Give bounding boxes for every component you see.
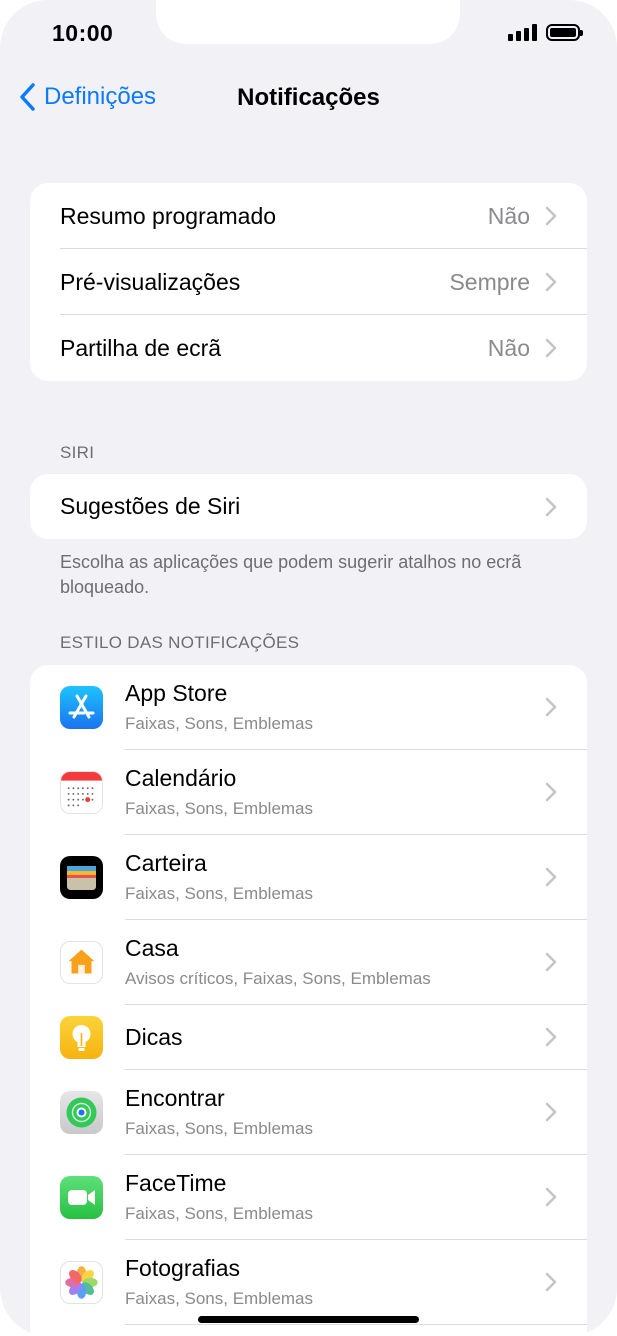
chevron-right-icon	[545, 497, 557, 516]
app-row-photos[interactable]: Fotografias Faixas, Sons, Emblemas	[30, 1240, 587, 1325]
divider	[125, 1324, 587, 1325]
app-name: Casa	[125, 935, 179, 961]
cellular-signal-icon	[508, 24, 537, 41]
app-name: App Store	[125, 680, 228, 706]
home-indicator[interactable]	[198, 1316, 419, 1323]
app-name: Carteira	[125, 850, 207, 876]
app-row-calendar[interactable]: Calendário Faixas, Sons, Emblemas	[30, 750, 587, 835]
chevron-right-icon	[545, 1272, 557, 1292]
app-row-home[interactable]: Casa Avisos críticos, Faixas, Sons, Embl…	[30, 920, 587, 1005]
page-title: Notificações	[237, 84, 380, 111]
chevron-right-icon	[545, 1027, 557, 1047]
app-row-find-my[interactable]: Encontrar Faixas, Sons, Emblemas	[30, 1070, 587, 1155]
row-label: Partilha de ecrã	[60, 334, 222, 361]
phone-screen: 10:00 Definições Notificações Resumo pro…	[0, 0, 617, 1336]
tips-icon	[60, 1016, 103, 1059]
find-my-icon	[60, 1091, 103, 1134]
app-name: Calendário	[125, 765, 237, 791]
row-value: Não	[487, 334, 530, 361]
app-subtitle: Faixas, Sons, Emblemas	[125, 1289, 314, 1308]
app-subtitle: Faixas, Sons, Emblemas	[125, 714, 314, 733]
chevron-right-icon	[545, 1187, 557, 1207]
siri-section-header: SIRI	[60, 443, 95, 462]
row-label: Pré-visualizações	[60, 268, 241, 295]
app-row-app-store[interactable]: App Store Faixas, Sons, Emblemas	[30, 665, 587, 750]
chevron-right-icon	[545, 206, 557, 226]
calendar-icon	[60, 771, 103, 814]
app-subtitle: Faixas, Sons, Emblemas	[125, 1119, 314, 1138]
chevron-right-icon	[545, 1102, 557, 1122]
app-subtitle: Faixas, Sons, Emblemas	[125, 1204, 314, 1223]
app-subtitle: Faixas, Sons, Emblemas	[125, 799, 314, 818]
app-name: Dicas	[125, 1024, 183, 1050]
battery-icon	[546, 24, 583, 41]
app-subtitle: Avisos críticos, Faixas, Sons, Emblemas	[125, 969, 431, 988]
app-name: Fotografias	[125, 1255, 241, 1281]
notch	[156, 0, 460, 44]
status-time: 10:00	[52, 20, 114, 46]
chevron-right-icon	[545, 338, 557, 358]
row-label: Resumo programado	[60, 202, 277, 229]
row-value: Sempre	[449, 268, 530, 295]
chevron-right-icon	[545, 952, 557, 972]
wallet-icon	[60, 856, 103, 899]
row-label: Sugestões de Siri	[60, 493, 241, 519]
general-settings-group: Resumo programado Não Pré-visualizações …	[30, 183, 587, 381]
home-app-icon	[60, 941, 103, 984]
previews-row[interactable]: Pré-visualizações Sempre	[30, 249, 587, 315]
screen-sharing-row[interactable]: Partilha de ecrã Não	[30, 315, 587, 381]
siri-footer-text: Escolha as aplicações que podem sugerir …	[60, 552, 522, 597]
siri-suggestions-row[interactable]: Sugestões de Siri	[30, 474, 587, 539]
apps-list: App Store Faixas, Sons, Emblemas Calendá…	[30, 665, 587, 1336]
app-subtitle: Faixas, Sons, Emblemas	[125, 884, 314, 903]
app-row-facetime[interactable]: FaceTime Faixas, Sons, Emblemas	[30, 1155, 587, 1240]
chevron-right-icon	[545, 782, 557, 802]
chevron-right-icon	[545, 867, 557, 887]
chevron-right-icon	[545, 272, 557, 292]
app-row-wallet[interactable]: Carteira Faixas, Sons, Emblemas	[30, 835, 587, 920]
chevron-right-icon	[545, 697, 557, 717]
app-store-icon	[60, 686, 103, 729]
scheduled-summary-row[interactable]: Resumo programado Não	[30, 183, 587, 249]
notification-style-header: ESTILO DAS NOTIFICAÇÕES	[60, 633, 300, 652]
siri-group: Sugestões de Siri	[30, 474, 587, 539]
facetime-icon	[60, 1176, 103, 1219]
app-row-tips[interactable]: Dicas	[30, 1005, 587, 1070]
photos-icon	[60, 1261, 103, 1304]
app-name: Encontrar	[125, 1085, 225, 1111]
row-value: Não	[487, 202, 530, 229]
app-name: FaceTime	[125, 1170, 227, 1196]
